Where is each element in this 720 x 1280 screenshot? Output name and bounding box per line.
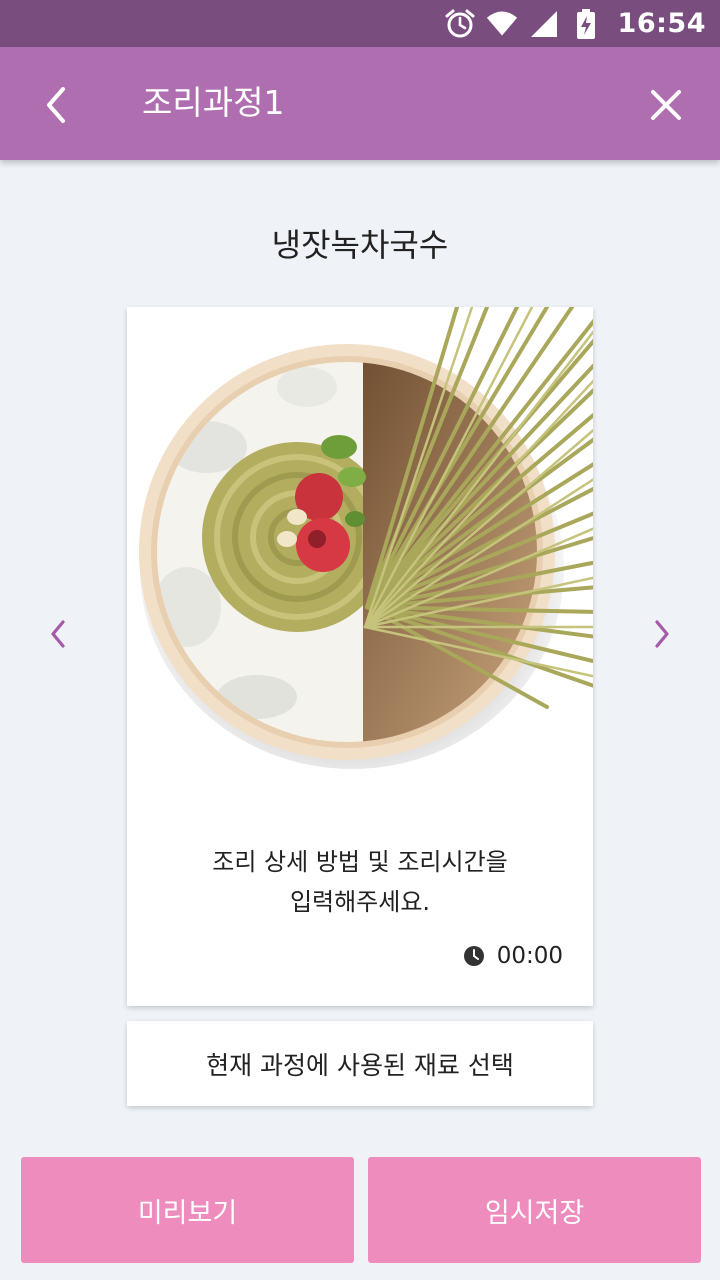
- step-description-line1: 조리 상세 방법 및 조리시간을: [212, 848, 508, 876]
- temp-save-button[interactable]: 임시저장: [368, 1157, 701, 1263]
- ingredient-select-button[interactable]: 현재 과정에 사용된 재료 선택: [127, 1021, 593, 1106]
- prev-step-button[interactable]: [36, 612, 80, 656]
- app-bar: 조리과정1: [0, 47, 720, 160]
- wifi-icon: [486, 8, 518, 40]
- step-card[interactable]: 조리 상세 방법 및 조리시간을 입력해주세요. 00:00: [127, 307, 593, 1006]
- timer-value: 00:00: [496, 943, 563, 969]
- alarm-icon: [444, 8, 476, 40]
- step-photo[interactable]: [127, 307, 593, 773]
- preview-button[interactable]: 미리보기: [21, 1157, 354, 1263]
- screen: 16:54 조리과정1 냉잣녹차국수 조리 상세 방법 및 조리시간을 입력해주…: [0, 0, 720, 1280]
- chevron-right-icon: [655, 620, 669, 648]
- page-title: 조리과정1: [142, 83, 285, 122]
- close-icon: [651, 90, 681, 120]
- status-bar: 16:54: [0, 0, 720, 47]
- close-button[interactable]: [638, 77, 694, 133]
- step-description-line2: 입력해주세요.: [289, 888, 431, 916]
- back-button[interactable]: [26, 77, 86, 133]
- step-timer[interactable]: 00:00: [463, 943, 563, 969]
- chevron-left-icon: [51, 620, 65, 648]
- step-description[interactable]: 조리 상세 방법 및 조리시간을 입력해주세요.: [127, 842, 593, 922]
- status-time: 16:54: [617, 8, 706, 39]
- signal-icon: [528, 8, 560, 40]
- next-step-button[interactable]: [640, 612, 684, 656]
- clock-icon: [463, 946, 484, 966]
- recipe-name: 냉잣녹차국수: [271, 226, 449, 264]
- battery-charging-icon: [570, 8, 602, 40]
- chevron-left-icon: [47, 87, 65, 123]
